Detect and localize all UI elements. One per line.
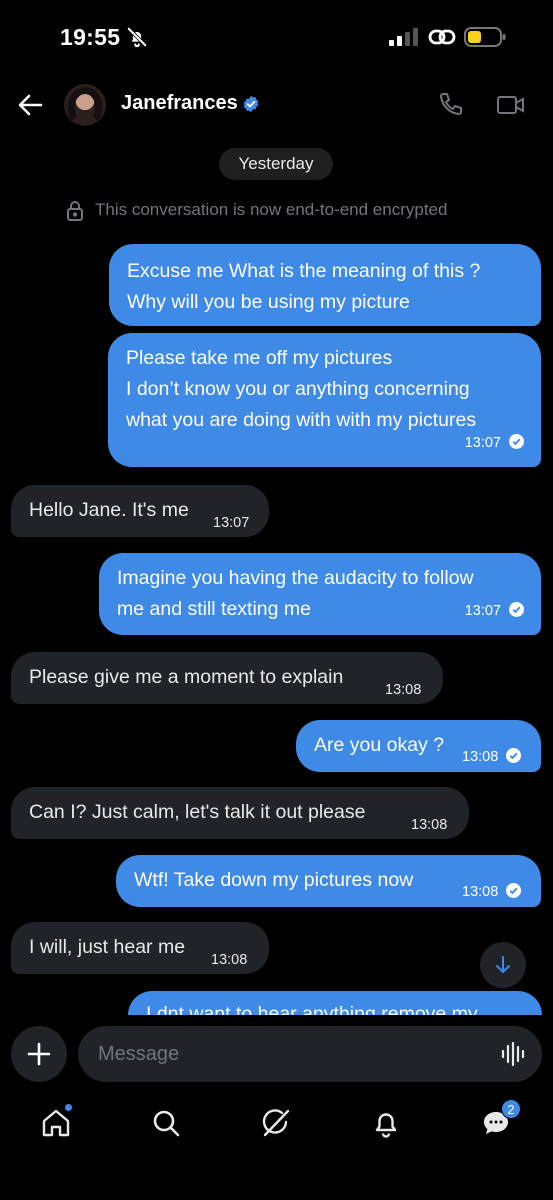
message-text-line: Please take me off my pictures: [126, 347, 393, 369]
nav-messages[interactable]: 2: [480, 1099, 521, 1139]
message-text-line: Imagine you having the audacity to follo…: [117, 567, 474, 589]
add-attachment-button[interactable]: [11, 1026, 67, 1082]
message-time: 13:08: [462, 749, 499, 765]
read-check-icon: [509, 602, 524, 617]
message-meta: 13:08: [462, 742, 522, 773]
sent-message[interactable]: Are you okay ? 13:08: [296, 720, 541, 772]
received-message[interactable]: Please give me a moment to explain 13:08: [11, 652, 443, 704]
sent-message[interactable]: Please take me off my pictures I don’t k…: [108, 333, 541, 467]
plus-icon: [27, 1042, 51, 1066]
voice-waveform-icon[interactable]: [500, 1041, 526, 1067]
read-check-icon: [506, 748, 522, 763]
message-meta: 13:08: [462, 877, 522, 908]
message-text-line: Why will you be using my picture: [127, 291, 410, 313]
encryption-notice: This conversation is now end-to-end encr…: [66, 199, 496, 223]
status-bar: 19:55: [0, 0, 553, 70]
verified-badge-icon: [243, 95, 259, 113]
message-meta: 13:07: [465, 428, 524, 459]
message-time: 13:07: [464, 603, 501, 619]
nav-home[interactable]: [40, 1103, 73, 1139]
conversation-header: Janefrances: [0, 70, 553, 140]
message-input[interactable]: [78, 1026, 542, 1082]
home-notification-dot: [64, 1103, 73, 1112]
search-icon: [153, 1110, 180, 1137]
messages-unread-badge: 2: [501, 1099, 521, 1119]
read-check-icon: [509, 434, 524, 449]
nav-search[interactable]: [150, 1107, 182, 1139]
arrow-down-icon: [496, 956, 510, 973]
grok-icon: [262, 1109, 290, 1137]
message-text-line: Please give me a moment to explain: [29, 666, 344, 688]
message-time: 13:07: [464, 435, 501, 451]
received-message[interactable]: I will, just hear me 13:08: [11, 922, 269, 974]
message-text-line: Excuse me What is the meaning of this ?: [127, 260, 481, 282]
hotspot-link-icon: [428, 29, 456, 45]
date-separator: Yesterday: [219, 148, 333, 180]
back-arrow-icon[interactable]: [16, 90, 46, 120]
received-message[interactable]: Hello Jane. It's me 13:07: [11, 485, 269, 537]
bell-off-icon: [126, 26, 148, 48]
message-time: 13:08: [411, 817, 448, 833]
message-time: 13:08: [385, 682, 422, 698]
battery-icon: [464, 27, 506, 47]
lock-icon: [67, 201, 83, 221]
read-check-icon: [506, 883, 522, 898]
received-message[interactable]: Can I? Just calm, let's talk it out plea…: [11, 787, 469, 839]
sent-message[interactable]: I dnt want to hear anything remove my: [128, 991, 542, 1015]
message-text-line: I dnt want to hear anything remove my: [146, 1003, 478, 1015]
avatar[interactable]: [64, 84, 106, 126]
contact-name[interactable]: Janefrances: [121, 92, 238, 115]
video-call-icon[interactable]: [496, 92, 526, 118]
sent-message[interactable]: Excuse me What is the meaning of this ? …: [109, 244, 541, 326]
partial-message-clip: I dnt want to hear anything remove my: [128, 991, 542, 1015]
message-time: 13:07: [213, 515, 250, 531]
phone-call-icon[interactable]: [436, 91, 464, 119]
message-meta: 13:07: [465, 596, 524, 627]
scroll-to-bottom-button[interactable]: [480, 942, 526, 988]
nav-notifications[interactable]: [370, 1107, 402, 1139]
message-text-line: Can I? Just calm, let's talk it out plea…: [29, 801, 366, 823]
message-text-line: I don’t know you or anything concerning: [126, 378, 470, 400]
nav-grok[interactable]: [260, 1107, 292, 1139]
sent-message[interactable]: Imagine you having the audacity to follo…: [99, 553, 541, 635]
message-composer: [0, 1015, 553, 1095]
status-time: 19:55: [60, 24, 121, 50]
message-text-line: what you are doing with with my pictures: [126, 409, 477, 431]
bottom-navigation: 2: [0, 1095, 553, 1200]
bell-icon: [375, 1113, 397, 1138]
message-text-line: me and still texting me: [117, 598, 312, 620]
sent-message[interactable]: Wtf! Take down my pictures now 13:08: [116, 855, 541, 907]
message-time: 13:08: [462, 884, 499, 900]
cellular-signal-icon: [389, 28, 418, 46]
message-time: 13:08: [211, 952, 248, 968]
encryption-notice-text: This conversation is now end-to-end encr…: [95, 200, 448, 219]
